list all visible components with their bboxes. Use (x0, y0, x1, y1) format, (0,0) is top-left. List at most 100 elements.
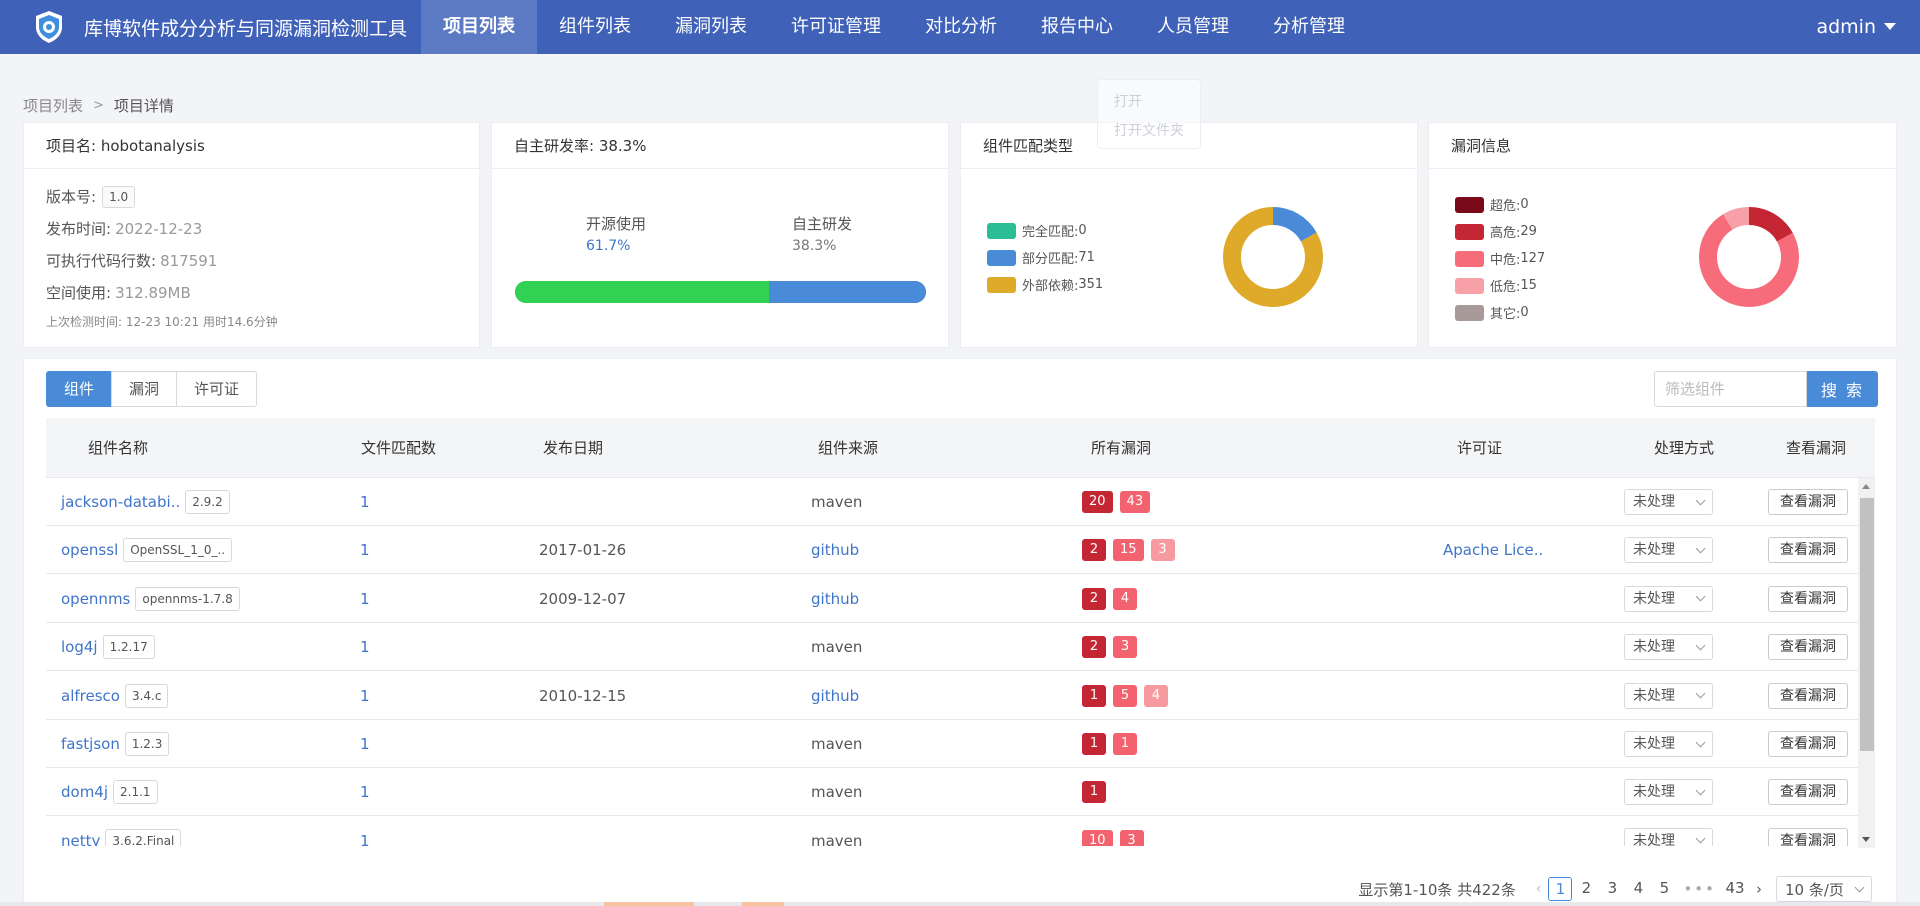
tab[interactable]: 许可证 (176, 371, 258, 407)
tab[interactable]: 组件 (46, 371, 113, 407)
version-tag: 1.0 (102, 186, 136, 208)
page-number[interactable]: 4 (1626, 877, 1650, 901)
tab[interactable]: 漏洞 (111, 371, 178, 407)
component-name-link[interactable]: dom4j (61, 768, 108, 816)
search-button[interactable]: 搜 索 (1807, 371, 1878, 407)
handling-status-select[interactable]: 未处理 (1624, 634, 1713, 661)
view-vulnerabilities-button[interactable]: 查看漏洞 (1768, 634, 1848, 661)
table-scrollbar[interactable] (1858, 478, 1875, 848)
scroll-up-arrow-icon[interactable] (1862, 484, 1870, 489)
nav-item[interactable]: 漏洞列表 (653, 0, 769, 54)
component-source-cell[interactable]: github (811, 526, 859, 574)
vuln-count-badge[interactable]: 20 (1082, 491, 1113, 513)
header-release-date[interactable]: 发布日期 (543, 418, 603, 478)
header-component-name[interactable]: 组件名称 (88, 418, 148, 478)
vuln-count-badge[interactable]: 4 (1144, 684, 1168, 707)
vuln-count-badge[interactable]: 3 (1119, 829, 1144, 846)
menu-item-open-folder[interactable]: 打开文件夹 (1114, 117, 1184, 146)
nav-item[interactable]: 项目列表 (421, 0, 538, 54)
file-match-count-link[interactable]: 1 (360, 526, 370, 574)
handling-status-select[interactable]: 未处理 (1624, 827, 1713, 846)
vuln-count-badge[interactable]: 1 (1082, 684, 1106, 707)
page-size-select[interactable]: 10 条/页 (1776, 876, 1872, 902)
view-vulnerabilities-button[interactable]: 查看漏洞 (1768, 489, 1848, 515)
breadcrumb-root-link[interactable]: 项目列表 (23, 95, 83, 116)
nav-item[interactable]: 许可证管理 (769, 0, 903, 54)
more-pages-icon[interactable]: ••• (1683, 880, 1716, 898)
vuln-count-badge[interactable]: 2 (1082, 636, 1106, 659)
app-title: 库博软件成分分析与同源漏洞检测工具 (84, 17, 408, 40)
vuln-count-badge[interactable]: 15 (1113, 539, 1144, 562)
file-match-count-link[interactable]: 1 (360, 478, 370, 526)
page-number[interactable]: 2 (1574, 877, 1598, 901)
handling-status-select[interactable]: 未处理 (1624, 585, 1713, 612)
component-name-link[interactable]: alfresco (61, 672, 120, 720)
file-match-count-link[interactable]: 1 (360, 575, 370, 623)
chevron-down-icon (1695, 737, 1706, 747)
file-match-count-link[interactable]: 1 (360, 768, 370, 816)
prev-page-icon[interactable]: ‹ (1536, 881, 1542, 897)
own-dev-bar-fill (768, 281, 926, 303)
handling-status-select[interactable]: 未处理 (1624, 682, 1713, 709)
file-match-count-link[interactable]: 1 (360, 623, 370, 671)
component-name-link[interactable]: opennms (61, 575, 130, 623)
component-source-cell[interactable]: github (811, 672, 859, 720)
vuln-legend-swatch (1455, 250, 1484, 267)
component-name-link[interactable]: log4j (61, 623, 98, 671)
handling-cell: 未处理 (1624, 720, 1713, 768)
view-vulnerabilities-button[interactable]: 查看漏洞 (1768, 537, 1848, 564)
view-vulnerabilities-button[interactable]: 查看漏洞 (1768, 585, 1848, 612)
vuln-count-badge[interactable]: 3 (1113, 636, 1137, 659)
nav-item[interactable]: 报告中心 (1019, 0, 1135, 54)
page-number[interactable]: 1 (1548, 877, 1573, 901)
component-source-cell[interactable]: github (811, 575, 859, 623)
view-vulnerabilities-button[interactable]: 查看漏洞 (1768, 731, 1848, 757)
handling-status-select[interactable]: 未处理 (1624, 537, 1713, 564)
handling-status-select[interactable]: 未处理 (1624, 489, 1713, 515)
component-name-link[interactable]: openssl (61, 526, 118, 574)
vuln-count-badge[interactable]: 4 (1113, 587, 1137, 610)
component-name-link[interactable]: fastjson (61, 720, 120, 768)
filter-components-input[interactable] (1654, 371, 1807, 407)
license-link[interactable]: Apache Lice.. (1443, 526, 1543, 574)
nav-item[interactable]: 对比分析 (903, 0, 1019, 54)
component-name-link[interactable]: netty (61, 817, 100, 846)
header-file-matches[interactable]: 文件匹配数 (361, 418, 436, 478)
view-vulnerabilities-button[interactable]: 查看漏洞 (1768, 682, 1848, 709)
scroll-down-arrow-icon[interactable] (1862, 837, 1870, 842)
file-match-count-link[interactable]: 1 (360, 672, 370, 720)
nav-item[interactable]: 人员管理 (1135, 0, 1251, 54)
page-number[interactable]: 3 (1600, 877, 1624, 901)
vuln-count-badge[interactable]: 43 (1119, 491, 1151, 513)
vuln-count-badge[interactable]: 2 (1082, 587, 1106, 610)
nav-item[interactable]: 分析管理 (1251, 0, 1367, 54)
header-all-vulns[interactable]: 所有漏洞 (1091, 418, 1151, 478)
vuln-count-badge[interactable]: 2 (1082, 539, 1106, 562)
view-vulnerabilities-button[interactable]: 查看漏洞 (1768, 779, 1848, 806)
file-match-count-link[interactable]: 1 (360, 817, 370, 846)
header-license[interactable]: 许可证 (1457, 418, 1502, 478)
page-number[interactable]: 5 (1652, 877, 1676, 901)
next-page-icon[interactable]: › (1756, 880, 1762, 898)
user-menu[interactable]: admin (1816, 0, 1896, 54)
file-match-count-link[interactable]: 1 (360, 720, 370, 768)
open-source-stat: 开源使用 61.7% (586, 213, 646, 257)
vuln-count-badge[interactable]: 10 (1082, 829, 1113, 846)
view-vulnerabilities-button[interactable]: 查看漏洞 (1768, 827, 1848, 846)
chevron-down-icon (1695, 640, 1706, 651)
component-name-link[interactable]: jackson-databi.. (61, 478, 180, 526)
vuln-count-badge[interactable]: 1 (1082, 781, 1106, 804)
header-source[interactable]: 组件来源 (818, 418, 878, 478)
menu-item-open[interactable]: 打开 (1114, 88, 1184, 117)
handling-status-select[interactable]: 未处理 (1624, 779, 1713, 806)
scrollbar-thumb[interactable] (1860, 498, 1874, 751)
vuln-count-badge[interactable]: 3 (1150, 539, 1175, 562)
page-number-last[interactable]: 43 (1723, 877, 1747, 901)
handling-cell: 未处理 (1624, 526, 1713, 574)
detail-tabs: 组件 漏洞 许可证 (46, 371, 258, 407)
handling-status-select[interactable]: 未处理 (1624, 731, 1713, 757)
vuln-count-badge[interactable]: 5 (1113, 684, 1137, 707)
vuln-count-badge[interactable]: 1 (1082, 733, 1106, 755)
vuln-count-badge[interactable]: 1 (1113, 733, 1137, 755)
nav-item[interactable]: 组件列表 (537, 0, 653, 54)
